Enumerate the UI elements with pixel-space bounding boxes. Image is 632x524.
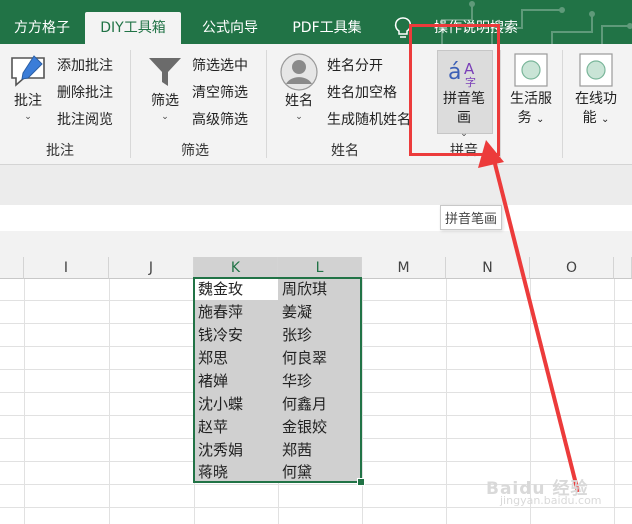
group-label-filter: 筛选 — [181, 143, 209, 159]
comment-button[interactable]: 批注 ⌄ — [6, 52, 50, 123]
column-header-n[interactable]: N — [446, 257, 530, 279]
cell-k2[interactable]: 施春萍 — [194, 301, 278, 323]
cell-k3[interactable]: 钱冷安 — [194, 324, 278, 346]
cell-k9[interactable]: 蒋晓 — [194, 461, 278, 483]
gridline — [109, 279, 110, 524]
chevron-down-icon: ⌄ — [24, 112, 32, 122]
comment-button-label: 批注 — [14, 93, 42, 109]
tab-formula-wizard[interactable]: 公式向导 — [190, 12, 270, 44]
column-header-p[interactable] — [614, 257, 632, 279]
view-comment-item[interactable]: 批注阅览 — [57, 109, 113, 129]
row-header-corner — [0, 257, 24, 279]
tab-fangfang[interactable]: 方方格子 — [4, 12, 80, 44]
cell-l5[interactable]: 华珍 — [278, 370, 362, 392]
chevron-down-icon: ⌄ — [536, 114, 545, 125]
tab-diy-toolbox[interactable]: DIY工具箱 — [85, 12, 181, 44]
fill-handle[interactable] — [357, 478, 365, 486]
ribbon-panel: 批注 ⌄ 添加批注 删除批注 批注阅览 批注 筛选 ⌄ 筛选选中 清空筛选 高级… — [0, 44, 632, 165]
gridline — [362, 279, 363, 524]
cell-l6[interactable]: 何鑫月 — [278, 393, 362, 415]
column-header-k[interactable]: K — [194, 257, 278, 279]
person-avatar-icon — [280, 53, 318, 91]
watermark-url: jingyan.baidu.com — [500, 494, 602, 507]
online-functions-label-1: 在线功 — [575, 91, 617, 107]
sheet-header-gap — [0, 231, 632, 257]
pinyin-icon: á A 字 — [448, 60, 476, 89]
gridline — [614, 279, 615, 524]
formula-bar[interactable] — [0, 205, 632, 232]
advanced-filter-item[interactable]: 高级筛选 — [192, 109, 248, 129]
cell-l4[interactable]: 何良翠 — [278, 347, 362, 369]
column-header-l[interactable]: L — [278, 257, 362, 279]
cell-l7[interactable]: 金银姣 — [278, 416, 362, 438]
cell-k4[interactable]: 郑思 — [194, 347, 278, 369]
gridline — [0, 507, 632, 508]
cell-l9[interactable]: 何黛 — [278, 461, 362, 483]
life-services-button[interactable]: 生活服 务 ⌄ — [505, 52, 557, 129]
cell-k7[interactable]: 赵苹 — [194, 416, 278, 438]
filter-selected-item[interactable]: 筛选选中 — [192, 55, 248, 75]
life-services-icon — [514, 53, 548, 87]
gridline — [24, 279, 25, 524]
chevron-down-icon: ⌄ — [161, 112, 169, 122]
online-functions-button[interactable]: 在线功 能 ⌄ — [570, 52, 622, 129]
life-services-label-2: 务 — [517, 110, 532, 126]
svg-text:字: 字 — [465, 75, 476, 89]
cell-l3[interactable]: 张珍 — [278, 324, 362, 346]
online-functions-icon — [579, 53, 613, 87]
cell-k5[interactable]: 褚婵 — [194, 370, 278, 392]
random-name-item[interactable]: 生成随机姓名 — [327, 109, 411, 129]
tell-me-search[interactable]: 操作说明搜索 — [426, 12, 526, 44]
column-header-j[interactable]: J — [109, 257, 194, 279]
lightbulb-icon — [394, 17, 412, 38]
gridline — [446, 279, 447, 524]
name-button[interactable]: 姓名 ⌄ — [277, 52, 321, 123]
cell-k1[interactable]: 魏金玫 — [194, 278, 278, 300]
svg-text:á: á — [448, 60, 461, 85]
pinyin-stroke-button[interactable]: á A 字 拼音笔 画 ⌄ — [437, 54, 491, 140]
filter-button-label: 筛选 — [151, 93, 179, 109]
cell-k8[interactable]: 沈秀娟 — [194, 439, 278, 461]
ribbon-tab-bar: 方方格子 DIY工具箱 公式向导 PDF工具集 操作说明搜索 — [0, 0, 632, 44]
group-label-pinyin: 拼音 — [450, 143, 478, 159]
cell-l2[interactable]: 姜凝 — [278, 301, 362, 323]
group-separator — [266, 50, 267, 158]
filter-button[interactable]: 筛选 ⌄ — [143, 52, 187, 123]
column-header-o[interactable]: O — [530, 257, 614, 279]
chevron-down-icon: ⌄ — [601, 114, 610, 125]
cell-l1[interactable]: 周欣琪 — [278, 278, 362, 300]
tab-pdf-tools[interactable]: PDF工具集 — [284, 12, 370, 44]
name-box-area — [0, 165, 632, 205]
column-header-m[interactable]: M — [362, 257, 446, 279]
clear-filter-item[interactable]: 清空筛选 — [192, 82, 248, 102]
pinyin-stroke-label-2: 画 — [457, 110, 471, 126]
add-comment-item[interactable]: 添加批注 — [57, 55, 113, 75]
chevron-down-icon: ⌄ — [460, 129, 468, 139]
group-label-name: 姓名 — [331, 143, 359, 159]
group-separator — [500, 50, 501, 158]
cell-l8[interactable]: 郑茜 — [278, 439, 362, 461]
pinyin-stroke-label-1: 拼音笔 — [443, 91, 485, 107]
name-add-space-item[interactable]: 姓名加空格 — [327, 82, 397, 102]
life-services-label-1: 生活服 — [510, 91, 552, 107]
online-functions-label-2: 能 — [582, 110, 597, 126]
delete-comment-item[interactable]: 删除批注 — [57, 82, 113, 102]
group-separator — [562, 50, 563, 158]
split-name-item[interactable]: 姓名分开 — [327, 55, 383, 75]
group-label-comment: 批注 — [46, 143, 74, 159]
column-header-i[interactable]: I — [24, 257, 109, 279]
tooltip: 拼音笔画 — [440, 205, 503, 230]
name-button-label: 姓名 — [285, 93, 313, 109]
group-separator — [130, 50, 131, 158]
funnel-icon — [149, 58, 181, 86]
comment-icon — [11, 55, 45, 87]
cell-k6[interactable]: 沈小蝶 — [194, 393, 278, 415]
chevron-down-icon: ⌄ — [295, 112, 303, 122]
